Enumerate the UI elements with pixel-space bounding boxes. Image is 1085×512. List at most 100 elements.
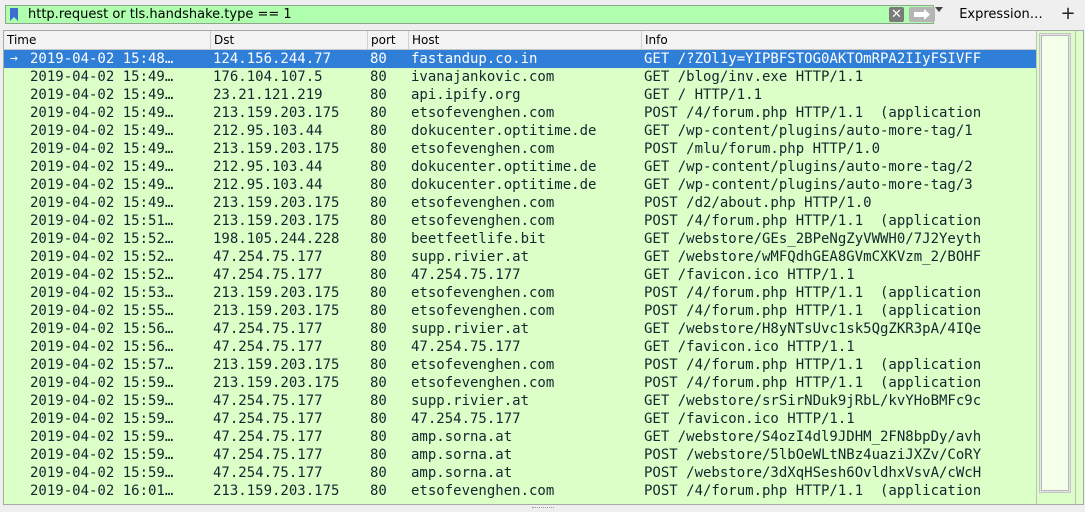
table-row[interactable]: → 2019-04-02 15:48… 124.156.244.77 80 fastan… <box>4 50 1036 68</box>
display-filter-input[interactable]: http.request or tls.handshake.type == 1 … <box>5 5 935 24</box>
cell-host: etsofevenghen.com <box>411 213 555 229</box>
cell-dst: 213.159.203.175 <box>213 213 340 229</box>
cell-port: 80 <box>370 177 387 193</box>
column-header-time[interactable]: Time <box>4 31 211 49</box>
table-row[interactable]: 2019-04-02 15:52… 198.105.244.228 80 beetfe… <box>4 230 1036 248</box>
cell-port: 80 <box>370 195 387 211</box>
cell-time: 2019-04-02 15:49… <box>30 177 174 193</box>
cell-info: GET /wp-content/plugins/auto-more-tag/3 <box>644 177 973 193</box>
cell-dst: 213.159.203.175 <box>213 105 340 121</box>
cell-port: 80 <box>370 213 387 229</box>
cell-dst: 124.156.244.77 <box>213 51 332 67</box>
cell-port: 80 <box>370 105 387 121</box>
cell-dst: 47.254.75.177 <box>213 339 323 355</box>
cell-port: 80 <box>370 321 387 337</box>
cell-port: 80 <box>370 375 387 391</box>
cell-info: POST /webstore/5lbOeWLtNBz4uaziJXZv/CoRY <box>644 447 982 463</box>
table-row[interactable]: 2019-04-02 15:49… 212.95.103.44 80 dokucent… <box>4 176 1036 194</box>
cell-time: 2019-04-02 15:49… <box>30 69 174 85</box>
column-header-info[interactable]: Info <box>642 31 1036 49</box>
cell-info: GET /wp-content/plugins/auto-more-tag/1 <box>644 123 973 139</box>
cell-info: POST /webstore/3dXqHSesh6OvldhxVsvA/cWcH <box>644 465 982 481</box>
table-row[interactable]: 2019-04-02 15:59… 47.254.75.177 80 47.254.7… <box>4 410 1036 428</box>
table-row[interactable]: 2019-04-02 15:59… 47.254.75.177 80 amp.sorn… <box>4 446 1036 464</box>
table-row[interactable]: 2019-04-02 15:59… 47.254.75.177 80 amp.sorn… <box>4 464 1036 482</box>
table-row[interactable]: 2019-04-02 15:53… 213.159.203.175 80 etsofe… <box>4 284 1036 302</box>
column-header-dst[interactable]: Dst <box>211 31 368 49</box>
cell-time: 2019-04-02 15:49… <box>30 141 174 157</box>
table-row[interactable]: 2019-04-02 15:56… 47.254.75.177 80 supp.riv… <box>4 320 1036 338</box>
cell-host: supp.rivier.at <box>411 393 530 409</box>
splitter-handle[interactable] <box>532 507 554 512</box>
cell-info: GET /webstore/GEs_2BPeNgZyVWWH0/7J2Yeyth <box>644 231 982 247</box>
table-row[interactable]: 2019-04-02 15:51… 213.159.203.175 80 etsofe… <box>4 212 1036 230</box>
table-row[interactable]: 2019-04-02 15:49… 213.159.203.175 80 etsofe… <box>4 194 1036 212</box>
cell-time: 2019-04-02 15:59… <box>30 393 174 409</box>
table-row[interactable]: 2019-04-02 15:49… 212.95.103.44 80 dokucent… <box>4 122 1036 140</box>
cell-host: etsofevenghen.com <box>411 483 555 499</box>
cell-time: 2019-04-02 15:49… <box>30 105 174 121</box>
column-header-port[interactable]: port <box>368 31 409 49</box>
cell-info: GET /webstore/wMFQdhGEA8GVmCXKVzm_2/BOHF <box>644 249 982 265</box>
cell-info: POST /4/forum.php HTTP/1.1 (application <box>644 303 982 319</box>
cell-host: etsofevenghen.com <box>411 105 555 121</box>
cell-dst: 213.159.203.175 <box>213 141 340 157</box>
packet-minimap[interactable] <box>1036 31 1083 504</box>
table-row[interactable]: 2019-04-02 15:57… 213.159.203.175 80 etsofe… <box>4 356 1036 374</box>
table-row[interactable]: 2019-04-02 15:59… 47.254.75.177 80 supp.riv… <box>4 392 1036 410</box>
scrollbar-thumb[interactable] <box>1041 35 1069 491</box>
table-row[interactable]: 2019-04-02 15:49… 176.104.107.5 80 ivanajan… <box>4 68 1036 86</box>
table-row[interactable]: 2019-04-02 15:55… 213.159.203.175 80 etsofe… <box>4 302 1036 320</box>
cell-port: 80 <box>370 231 387 247</box>
table-row[interactable]: 2019-04-02 16:01… 213.159.203.175 80 etsofe… <box>4 482 1036 500</box>
cell-dst: 47.254.75.177 <box>213 321 323 337</box>
table-row[interactable]: 2019-04-02 15:52… 47.254.75.177 80 47.254.7… <box>4 266 1036 284</box>
cell-host: 47.254.75.177 <box>411 267 521 283</box>
cell-host: amp.sorna.at <box>411 465 513 481</box>
cell-host: etsofevenghen.com <box>411 141 555 157</box>
cell-port: 80 <box>370 447 387 463</box>
packet-list[interactable]: Time Dst port Host Info → 2019-04-02 15:4… <box>3 30 1084 505</box>
cell-info: POST /4/forum.php HTTP/1.1 (application <box>644 285 982 301</box>
cell-time: 2019-04-02 15:49… <box>30 159 174 175</box>
cell-host: fastandup.co.in <box>411 51 538 67</box>
table-row[interactable]: 2019-04-02 15:49… 213.159.203.175 80 etsofe… <box>4 140 1036 158</box>
clear-filter-button[interactable]: ✕ <box>889 7 904 22</box>
cell-dst: 176.104.107.5 <box>213 69 323 85</box>
cell-host: api.ipify.org <box>411 87 521 103</box>
cell-time: 2019-04-02 16:01… <box>30 483 174 499</box>
chevron-down-icon[interactable] <box>935 7 943 12</box>
column-header-host[interactable]: Host <box>409 31 642 49</box>
cell-time: 2019-04-02 15:52… <box>30 249 174 265</box>
apply-filter-button[interactable] <box>909 7 935 22</box>
cell-host: etsofevenghen.com <box>411 285 555 301</box>
table-row[interactable]: 2019-04-02 15:52… 47.254.75.177 80 supp.riv… <box>4 248 1036 266</box>
cell-port: 80 <box>370 141 387 157</box>
filter-text[interactable]: http.request or tls.handshake.type == 1 <box>28 7 292 23</box>
table-row[interactable]: 2019-04-02 15:59… 213.159.203.175 80 etsofe… <box>4 374 1036 392</box>
scrollbar[interactable] <box>1039 33 1071 493</box>
cell-dst: 213.159.203.175 <box>213 285 340 301</box>
bookmark-icon[interactable] <box>10 8 18 21</box>
cell-info: GET /?ZOl1y=YIPBFSTOG0AKTOmRPA2IIyFSIVFF <box>644 51 982 67</box>
arrow-right-icon <box>914 9 930 20</box>
table-row[interactable]: 2019-04-02 15:49… 213.159.203.175 80 etsofe… <box>4 104 1036 122</box>
table-row[interactable]: 2019-04-02 15:59… 47.254.75.177 80 amp.sorn… <box>4 428 1036 446</box>
cell-port: 80 <box>370 393 387 409</box>
cell-host: etsofevenghen.com <box>411 357 555 373</box>
cell-dst: 213.159.203.175 <box>213 303 340 319</box>
cell-host: dokucenter.optitime.de <box>411 177 597 193</box>
cell-port: 80 <box>370 285 387 301</box>
cell-info: GET / HTTP/1.1 <box>644 87 763 103</box>
add-filter-button[interactable]: + <box>1057 3 1079 25</box>
cell-time: 2019-04-02 15:49… <box>30 195 174 211</box>
expression-button[interactable]: Expression… <box>952 5 1050 25</box>
cell-dst: 23.21.121.219 <box>213 87 323 103</box>
cell-dst: 47.254.75.177 <box>213 465 323 481</box>
cell-host: supp.rivier.at <box>411 321 530 337</box>
cell-info: GET /webstore/S4ozI4dl9JDHM_2FN8bpDy/avh <box>644 429 982 445</box>
table-row[interactable]: 2019-04-02 15:49… 212.95.103.44 80 dokucent… <box>4 158 1036 176</box>
table-row[interactable]: 2019-04-02 15:49… 23.21.121.219 80 api.ipif… <box>4 86 1036 104</box>
table-row[interactable]: 2019-04-02 15:56… 47.254.75.177 80 47.254.7… <box>4 338 1036 356</box>
cell-dst: 213.159.203.175 <box>213 195 340 211</box>
